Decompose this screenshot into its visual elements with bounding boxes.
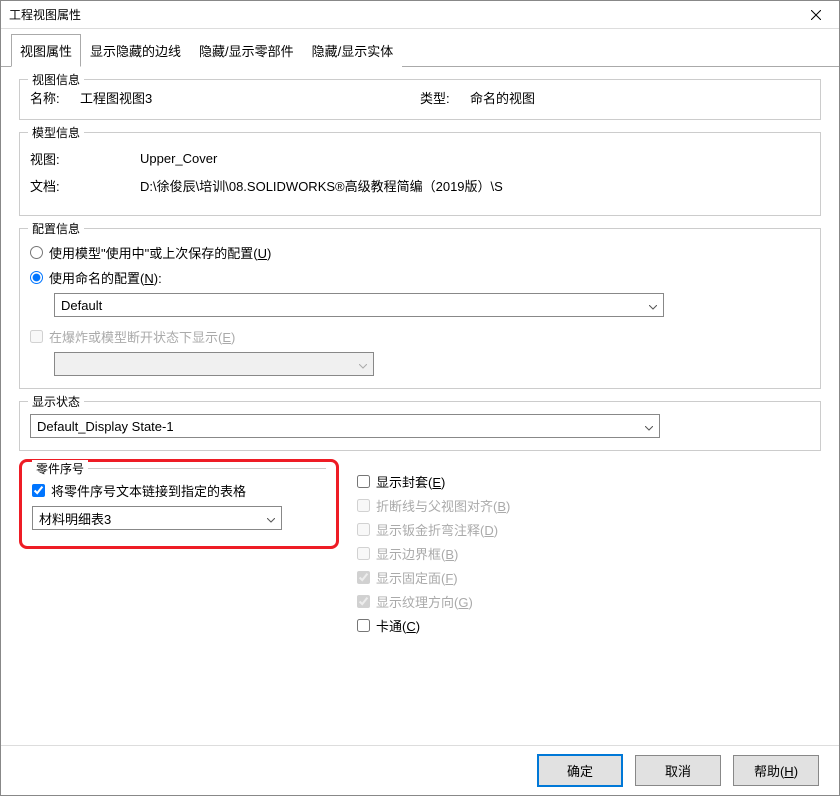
balloons-highlight: 零件序号 将零件序号文本链接到指定的表格 材料明细表3: [19, 459, 339, 549]
chk-fixedface: 显示固定面(F): [357, 568, 821, 587]
balloons-legend: 零件序号: [32, 460, 88, 477]
radio-use-model-config-input[interactable]: [30, 246, 43, 259]
bom-select[interactable]: 材料明细表3: [32, 506, 282, 530]
config-info-legend: 配置信息: [28, 220, 84, 237]
ok-button[interactable]: 确定: [537, 754, 623, 787]
config-select[interactable]: Default: [54, 293, 664, 317]
display-state-value: Default_Display State-1: [37, 419, 174, 434]
display-state-group: 显示状态 Default_Display State-1: [19, 401, 821, 451]
radio-use-model-label: 使用模型"使用中"或上次保存的配置(U): [49, 243, 271, 262]
chk-align: 折断线与父视图对齐(B): [357, 496, 821, 515]
window-title: 工程视图属性: [9, 6, 801, 23]
cancel-button[interactable]: 取消: [635, 755, 721, 786]
doc-label: 文档:: [30, 176, 80, 195]
view-info-legend: 视图信息: [28, 71, 84, 88]
content-area: 视图信息 名称: 工程图视图3 类型: 命名的视图 模型信息 视图: Upper…: [1, 67, 839, 747]
doc-value: D:\徐俊辰\培训\08.SOLIDWORKS®高级教程简编（2019版）\S: [140, 176, 503, 195]
display-state-legend: 显示状态: [28, 393, 84, 410]
chk-link-balloon[interactable]: 将零件序号文本链接到指定的表格: [32, 481, 326, 500]
close-icon: [811, 10, 821, 20]
chk-align-input: [357, 499, 370, 512]
view-info-group: 视图信息 名称: 工程图视图3 类型: 命名的视图: [19, 79, 821, 120]
chevron-down-icon: [649, 298, 657, 313]
type-value: 命名的视图: [470, 88, 535, 107]
explode-select: [54, 352, 374, 376]
config-info-group: 配置信息 使用模型"使用中"或上次保存的配置(U) 使用命名的配置(N): De…: [19, 228, 821, 389]
dialog-window: 工程视图属性 视图属性 显示隐藏的边线 隐藏/显示零部件 隐藏/显示实体 视图信…: [0, 0, 840, 796]
tab-hide-show-bodies[interactable]: 隐藏/显示实体: [303, 34, 403, 67]
tab-hidden-edges[interactable]: 显示隐藏的边线: [81, 34, 190, 67]
chk-grain: 显示纹理方向(G): [357, 592, 821, 611]
chk-envelope-input[interactable]: [357, 475, 370, 488]
right-options: 显示封套(E) 折断线与父视图对齐(B) 显示钣金折弯注释(D) 显示边界框(B…: [357, 463, 821, 640]
chk-cartoon-input[interactable]: [357, 619, 370, 632]
chk-exploded: 在爆炸或模型断开状态下显示(E): [30, 327, 810, 346]
chk-sheetmetal-input: [357, 523, 370, 536]
chk-fixedface-input: [357, 571, 370, 584]
chk-exploded-input: [30, 330, 43, 343]
tab-view-properties[interactable]: 视图属性: [11, 34, 81, 67]
chevron-down-icon: [645, 419, 653, 434]
help-button[interactable]: 帮助(H): [733, 755, 819, 786]
chevron-down-icon: [267, 511, 275, 526]
chk-sheetmetal: 显示钣金折弯注释(D): [357, 520, 821, 539]
view-label: 视图:: [30, 149, 80, 168]
chk-link-balloon-input[interactable]: [32, 484, 45, 497]
name-label: 名称:: [30, 88, 80, 107]
bom-select-value: 材料明细表3: [39, 509, 111, 528]
model-info-legend: 模型信息: [28, 124, 84, 141]
tab-bar: 视图属性 显示隐藏的边线 隐藏/显示零部件 隐藏/显示实体: [1, 33, 839, 67]
close-button[interactable]: [801, 5, 831, 25]
config-select-value: Default: [61, 298, 102, 313]
chk-envelope[interactable]: 显示封套(E): [357, 472, 821, 491]
model-info-group: 模型信息 视图: Upper_Cover 文档: D:\徐俊辰\培训\08.SO…: [19, 132, 821, 216]
radio-use-model-config[interactable]: 使用模型"使用中"或上次保存的配置(U): [30, 243, 810, 262]
radio-use-named-config-input[interactable]: [30, 271, 43, 284]
tab-hide-show-components[interactable]: 隐藏/显示零部件: [190, 34, 303, 67]
chevron-down-icon: [359, 357, 367, 372]
name-value: 工程图视图3: [80, 88, 152, 107]
type-label: 类型:: [420, 88, 470, 107]
radio-use-named-config[interactable]: 使用命名的配置(N):: [30, 268, 810, 287]
display-state-select[interactable]: Default_Display State-1: [30, 414, 660, 438]
footer: 确定 取消 帮助(H): [1, 745, 839, 795]
view-value: Upper_Cover: [140, 151, 217, 166]
chk-exploded-label: 在爆炸或模型断开状态下显示(E): [49, 327, 235, 346]
chk-link-balloon-label: 将零件序号文本链接到指定的表格: [51, 481, 246, 500]
chk-cartoon[interactable]: 卡通(C): [357, 616, 821, 635]
balloons-group: 零件序号: [32, 468, 326, 473]
titlebar: 工程视图属性: [1, 1, 839, 29]
chk-bbox: 显示边界框(B): [357, 544, 821, 563]
radio-use-named-label: 使用命名的配置(N):: [49, 268, 162, 287]
chk-bbox-input: [357, 547, 370, 560]
chk-grain-input: [357, 595, 370, 608]
